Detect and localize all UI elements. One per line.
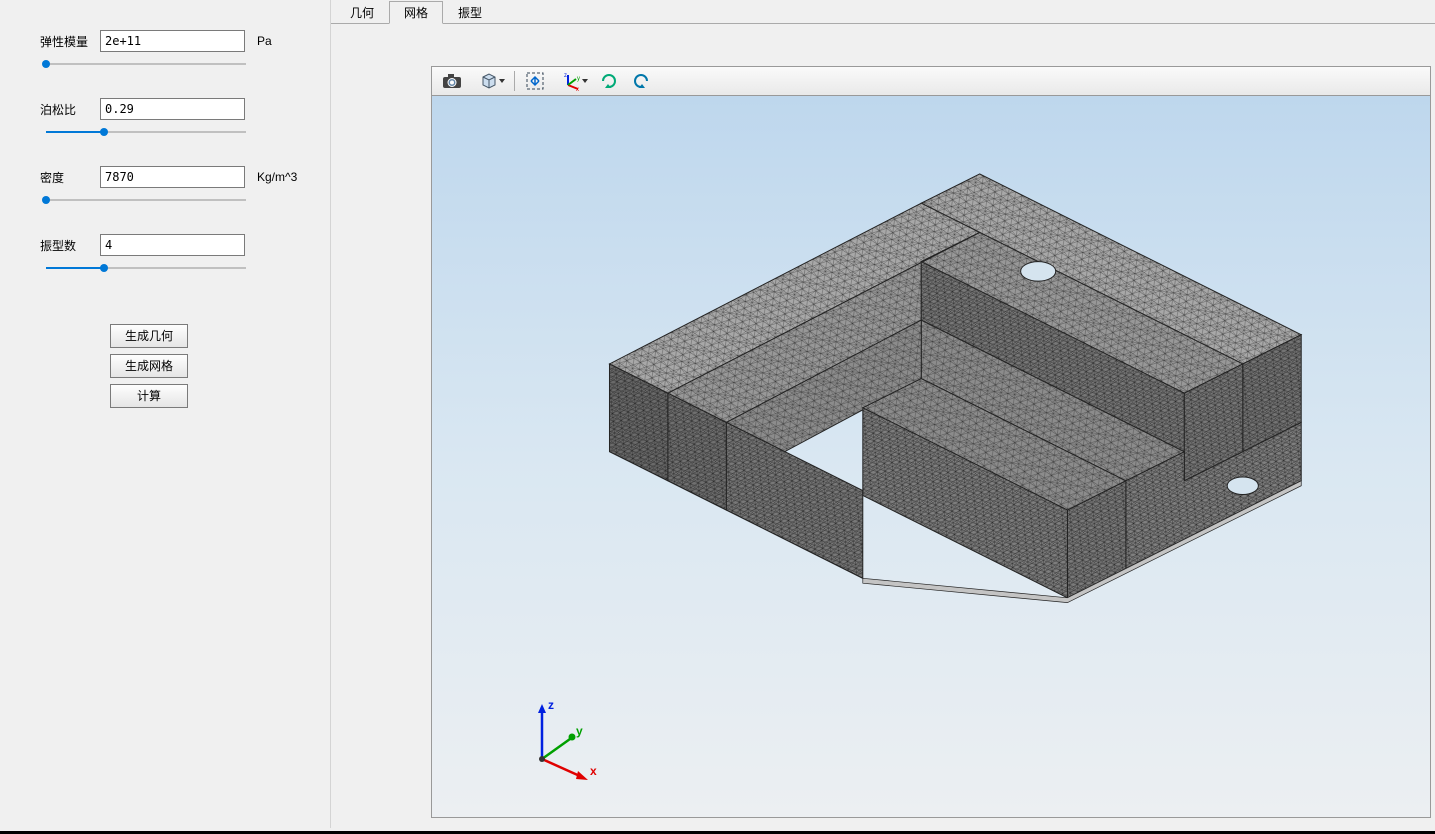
rotate-ccw-icon[interactable] xyxy=(627,69,655,93)
tab[interactable]: 网格 xyxy=(389,1,443,24)
property-row: 密度 Kg/m^3 xyxy=(40,166,310,188)
view-cube-icon[interactable] xyxy=(470,69,508,93)
fit-view-icon[interactable] xyxy=(521,69,549,93)
3d-viewport[interactable]: z y x xyxy=(431,96,1431,818)
viewport-toolbar: z y x xyxy=(431,66,1431,96)
property-unit: Kg/m^3 xyxy=(257,170,297,184)
screenshot-icon[interactable] xyxy=(438,69,466,93)
tabs-bar: 几何网格振型 xyxy=(331,0,1435,24)
property-unit: Pa xyxy=(257,34,272,48)
calculate-button[interactable]: 计算 xyxy=(110,384,188,408)
property-input[interactable] xyxy=(100,98,245,120)
axis-triad-icon[interactable]: z y x xyxy=(553,69,591,93)
axis-triad: z y x xyxy=(522,697,612,787)
generate-mesh-button[interactable]: 生成网格 xyxy=(110,354,188,378)
chevron-down-icon xyxy=(499,79,505,83)
property-slider[interactable] xyxy=(46,194,246,206)
svg-text:z: z xyxy=(548,698,554,712)
property-label: 密度 xyxy=(40,169,100,186)
svg-text:x: x xyxy=(576,87,579,91)
property-sidebar: 弹性模量 Pa 泊松比密度 Kg/m^3 振型数 生成几何 生成网格 计算 xyxy=(0,0,330,828)
property-label: 泊松比 xyxy=(40,101,100,118)
property-label: 振型数 xyxy=(40,237,100,254)
tab[interactable]: 振型 xyxy=(443,1,497,24)
property-input[interactable] xyxy=(100,30,245,52)
tab[interactable]: 几何 xyxy=(335,1,389,24)
toolbar-separator xyxy=(514,71,515,91)
property-slider[interactable] xyxy=(46,58,246,70)
property-slider[interactable] xyxy=(46,262,246,274)
svg-text:y: y xyxy=(577,76,580,82)
property-row: 弹性模量 Pa xyxy=(40,30,310,52)
rotate-cw-icon[interactable] xyxy=(595,69,623,93)
property-slider[interactable] xyxy=(46,126,246,138)
property-input[interactable] xyxy=(100,234,245,256)
property-input[interactable] xyxy=(100,166,245,188)
generate-geometry-button[interactable]: 生成几何 xyxy=(110,324,188,348)
svg-text:x: x xyxy=(590,764,597,778)
property-row: 振型数 xyxy=(40,234,310,256)
svg-text:z: z xyxy=(564,73,567,79)
property-label: 弹性模量 xyxy=(40,33,100,50)
property-row: 泊松比 xyxy=(40,98,310,120)
chevron-down-icon xyxy=(582,79,588,83)
main-panel: 几何网格振型 z y x xyxy=(330,0,1435,828)
svg-text:y: y xyxy=(576,724,583,738)
